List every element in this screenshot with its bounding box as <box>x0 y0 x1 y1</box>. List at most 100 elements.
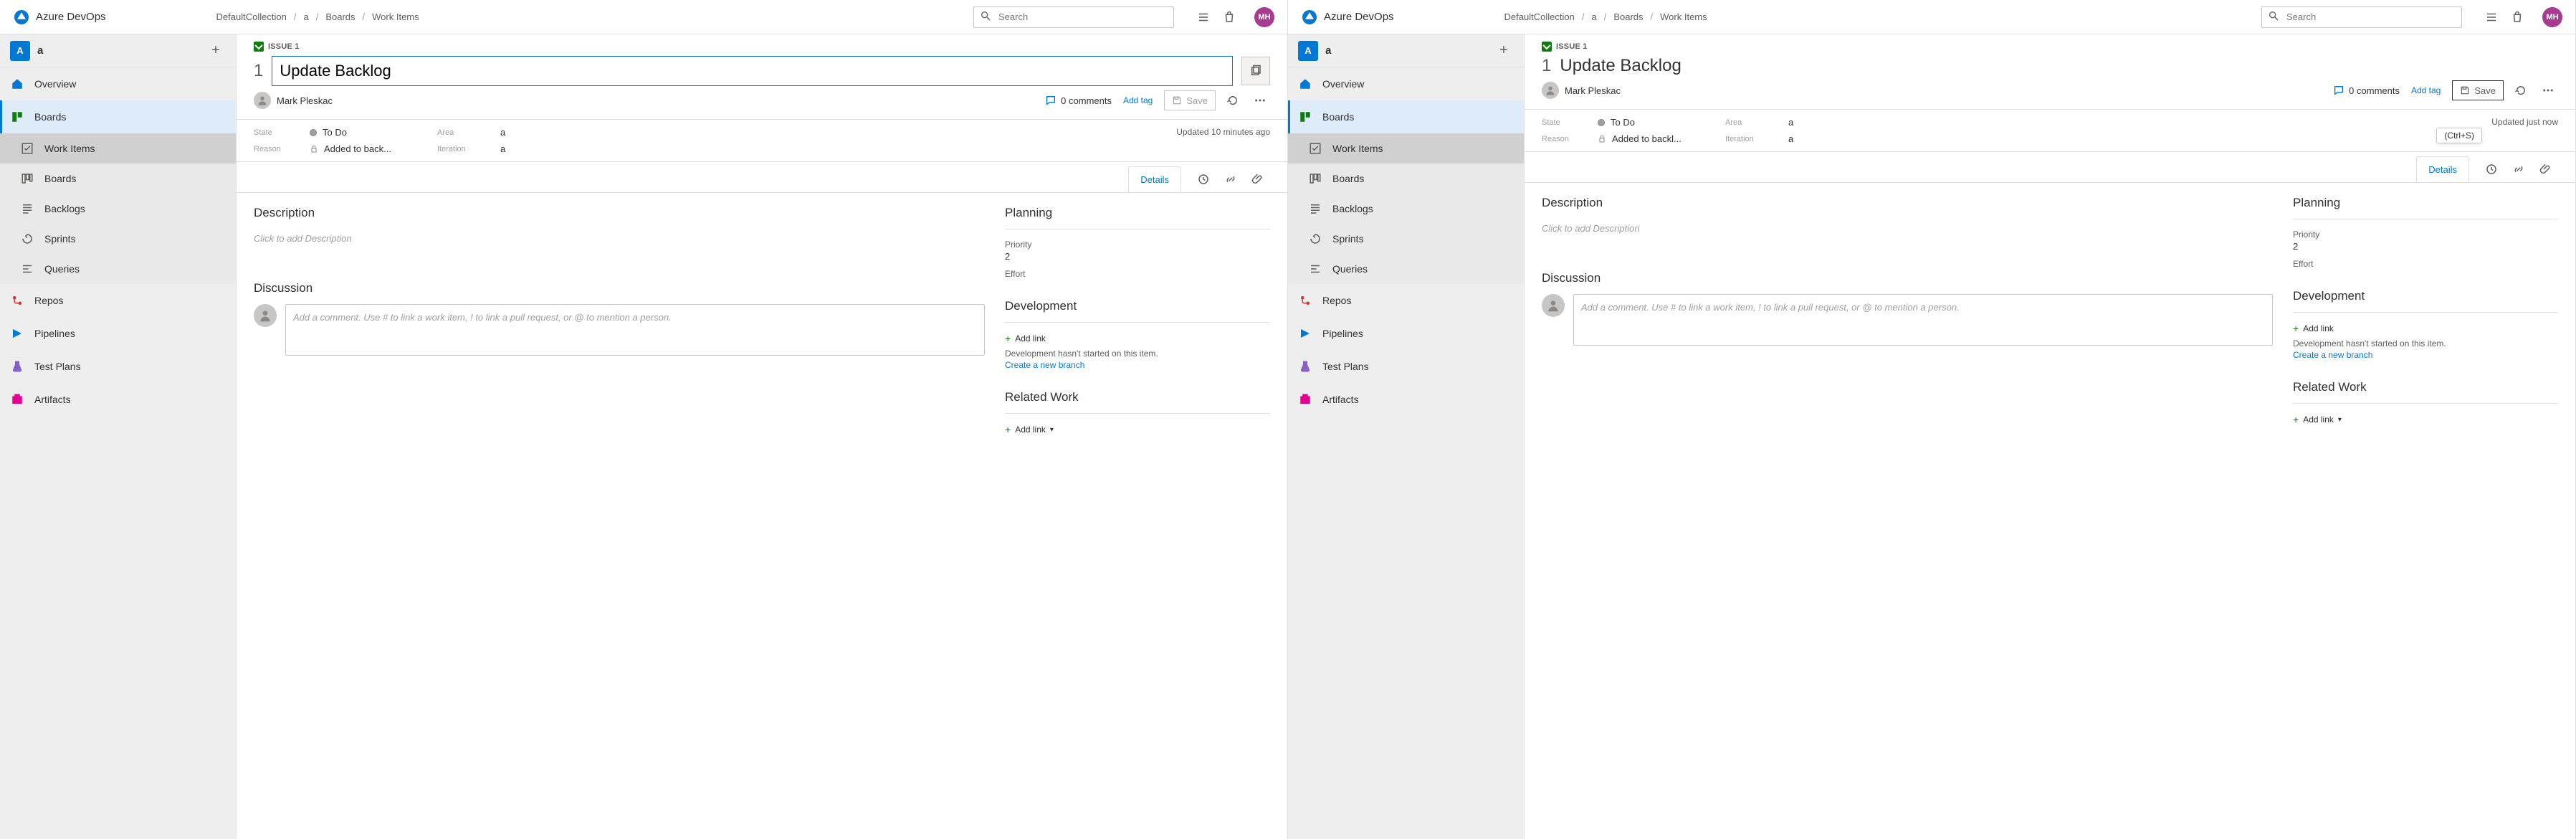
history-tab-button[interactable] <box>2479 157 2504 181</box>
breadcrumb-section[interactable]: Boards <box>325 11 355 22</box>
project-header[interactable]: A a + <box>1288 34 1524 67</box>
description-placeholder[interactable]: Click to add Description <box>1542 219 2273 251</box>
sidebar-sub-workitems[interactable]: Work Items <box>1288 133 1524 163</box>
sidebar-item-boards[interactable]: Boards <box>1288 100 1524 133</box>
state-value[interactable]: To Do <box>310 127 424 138</box>
breadcrumb-collection[interactable]: DefaultCollection <box>216 11 287 22</box>
add-tag-link[interactable]: Add tag <box>2411 85 2441 95</box>
description-placeholder[interactable]: Click to add Description <box>254 229 985 261</box>
sidebar-sub-queries[interactable]: Queries <box>0 254 236 284</box>
sidebar-item-overview[interactable]: Overview <box>0 67 236 100</box>
comment-input[interactable]: Add a comment. Use # to link a work item… <box>285 304 985 356</box>
more-button[interactable] <box>2538 80 2558 100</box>
app-logo[interactable]: Azure DevOps <box>13 9 106 26</box>
search-box[interactable] <box>973 6 1174 28</box>
sidebar-item-artifacts[interactable]: Artifacts <box>1288 383 1524 416</box>
planning-heading: Planning <box>2293 196 2558 210</box>
refresh-button[interactable] <box>2511 80 2531 100</box>
breadcrumb-page[interactable]: Work Items <box>372 11 419 22</box>
sidebar-sub-boards[interactable]: Boards <box>1288 163 1524 194</box>
breadcrumb-collection[interactable]: DefaultCollection <box>1504 11 1575 22</box>
priority-value[interactable]: 2 <box>1005 251 1270 262</box>
sidebar-item-repos[interactable]: Repos <box>1288 284 1524 317</box>
search-box[interactable] <box>2261 6 2462 28</box>
sidebar-sub-backlogs[interactable]: Backlogs <box>0 194 236 224</box>
tab-details[interactable]: Details <box>1128 166 1181 192</box>
sidebar-item-label: Boards <box>1332 173 1364 184</box>
add-button[interactable]: + <box>1494 41 1514 61</box>
marketplace-icon[interactable] <box>2511 11 2524 24</box>
sidebar: A a + Overview Boards Work Items Boards <box>1288 34 1525 839</box>
project-header[interactable]: A a + <box>0 34 236 67</box>
attachments-tab-button[interactable] <box>2534 157 2558 181</box>
breadcrumb-project[interactable]: a <box>303 11 308 22</box>
assignee[interactable]: Mark Pleskac <box>1542 82 1621 99</box>
sidebar-item-repos[interactable]: Repos <box>0 284 236 317</box>
marketplace-icon[interactable] <box>1223 11 1236 24</box>
sidebar-sub-sprints[interactable]: Sprints <box>0 224 236 254</box>
history-tab-button[interactable] <box>1191 167 1216 191</box>
sidebar-item-label: Work Items <box>1332 143 1383 154</box>
sidebar-sub-sprints[interactable]: Sprints <box>1288 224 1524 254</box>
create-branch-link[interactable]: Create a new branch <box>2293 350 2558 360</box>
create-branch-link[interactable]: Create a new branch <box>1005 360 1270 370</box>
topbar: Azure DevOps DefaultCollection/ a/ Board… <box>0 0 1287 34</box>
save-button[interactable]: Save <box>2452 80 2504 100</box>
sidebar-item-overview[interactable]: Overview <box>1288 67 1524 100</box>
app-logo[interactable]: Azure DevOps <box>1301 9 1394 26</box>
breadcrumb-page[interactable]: Work Items <box>1660 11 1707 22</box>
sidebar-item-artifacts[interactable]: Artifacts <box>0 383 236 416</box>
comments-link[interactable]: 0 comments <box>1045 95 1112 106</box>
sidebar-sub-backlogs[interactable]: Backlogs <box>1288 194 1524 224</box>
copy-id-button[interactable] <box>1241 57 1270 85</box>
sidebar-item-testplans[interactable]: Test Plans <box>1288 350 1524 383</box>
reason-value[interactable]: Added to back... <box>310 143 424 154</box>
breadcrumb-project[interactable]: a <box>1591 11 1596 22</box>
more-button[interactable] <box>1250 90 1270 110</box>
sidebar-item-label: Queries <box>44 263 80 275</box>
sidebar-item-pipelines[interactable]: Pipelines <box>0 317 236 350</box>
area-value[interactable]: a <box>1788 117 1793 128</box>
avatar[interactable]: MH <box>2542 7 2562 27</box>
priority-value[interactable]: 2 <box>2293 241 2558 252</box>
sidebar-sub-workitems[interactable]: Work Items <box>0 133 236 163</box>
reason-value[interactable]: Added to backl... <box>1598 133 1712 144</box>
list-icon[interactable] <box>2485 11 2498 24</box>
add-button[interactable]: + <box>206 41 226 61</box>
iteration-value[interactable]: a <box>500 143 505 154</box>
sidebar-sub-queries[interactable]: Queries <box>1288 254 1524 284</box>
refresh-button[interactable] <box>1223 90 1243 110</box>
work-item-title[interactable]: Update Backlog <box>1560 56 1681 76</box>
avatar[interactable]: MH <box>1254 7 1274 27</box>
sidebar-item-pipelines[interactable]: Pipelines <box>1288 317 1524 350</box>
add-tag-link[interactable]: Add tag <box>1123 95 1153 105</box>
project-name: a <box>37 44 43 57</box>
list-icon[interactable] <box>1197 11 1210 24</box>
comment-input[interactable]: Add a comment. Use # to link a work item… <box>1573 294 2273 346</box>
assignee[interactable]: Mark Pleskac <box>254 92 333 109</box>
state-value[interactable]: To Do <box>1598 117 1712 128</box>
links-tab-button[interactable] <box>2506 157 2531 181</box>
title-input[interactable] <box>272 56 1233 86</box>
search-input[interactable] <box>997 11 1168 23</box>
add-link-dev[interactable]: Add link <box>2293 323 2558 334</box>
area-value[interactable]: a <box>500 127 505 138</box>
tab-details[interactable]: Details <box>2416 156 2469 182</box>
sidebar-item-label: Queries <box>1332 263 1368 275</box>
sidebar-item-boards[interactable]: Boards <box>0 100 236 133</box>
breadcrumb-section[interactable]: Boards <box>1613 11 1643 22</box>
links-tab-button[interactable] <box>1218 167 1243 191</box>
add-link-related[interactable]: Add link ▾ <box>2293 414 2558 425</box>
attachments-tab-button[interactable] <box>1246 167 1270 191</box>
save-button[interactable]: Save <box>1164 90 1216 110</box>
search-input[interactable] <box>2285 11 2456 23</box>
iteration-value[interactable]: a <box>1788 133 1793 144</box>
project-badge: A <box>1298 41 1318 61</box>
add-link-related[interactable]: Add link ▾ <box>1005 424 1270 435</box>
updated-info: Updated 10 minutes ago <box>1176 127 1270 137</box>
sidebar-sub-boards[interactable]: Boards <box>0 163 236 194</box>
add-link-dev[interactable]: Add link <box>1005 333 1270 344</box>
sidebar-item-testplans[interactable]: Test Plans <box>0 350 236 383</box>
comments-link[interactable]: 0 comments <box>2333 85 2400 96</box>
save-label: Save <box>2474 85 2496 96</box>
